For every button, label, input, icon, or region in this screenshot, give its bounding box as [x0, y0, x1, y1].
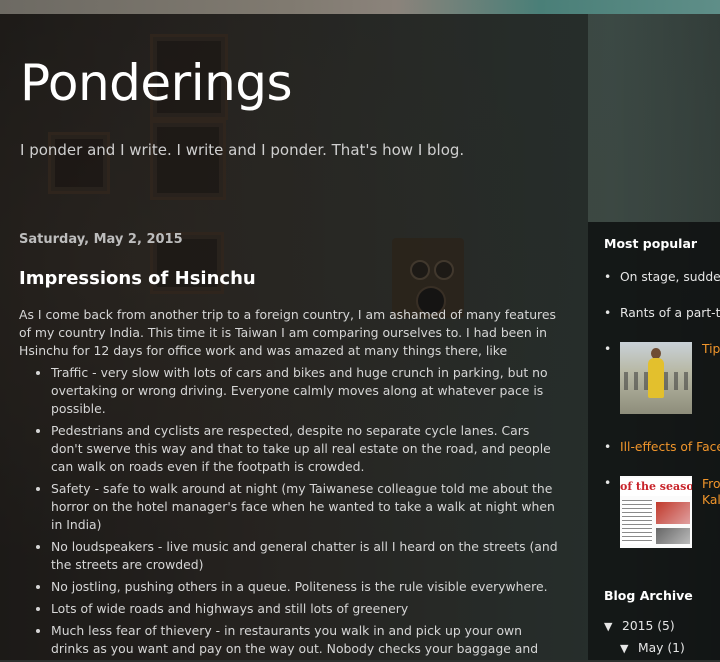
popular-post-label: On stage, sudden	[620, 270, 720, 284]
bullet-icon: •	[604, 440, 612, 454]
post-title[interactable]: Impressions of Hsinchu	[19, 268, 256, 289]
runner-image-detail	[648, 358, 664, 398]
popular-post-label: Fro	[702, 477, 720, 491]
archive-year-label[interactable]: 2015	[622, 619, 653, 633]
list-item: Traffic - very slow with lots of cars an…	[51, 364, 559, 418]
archive-year-row[interactable]: ▼ 2015 (5)	[604, 619, 675, 633]
blog-archive-title: Blog Archive	[604, 588, 693, 603]
post-intro: As I come back from another trip to a fo…	[19, 307, 556, 358]
bullet-icon: •	[604, 476, 612, 490]
triangle-down-icon[interactable]: ▼	[620, 642, 638, 655]
post-date: Saturday, May 2, 2015	[19, 232, 183, 247]
popular-post-link[interactable]: • Ill-effects of Face	[604, 440, 720, 454]
blog-description: I ponder and I write. I write and I pond…	[20, 141, 465, 159]
popular-post-thumbnail[interactable]: of the season	[620, 476, 692, 548]
bullet-icon: •	[604, 306, 612, 320]
popular-post-link[interactable]: • Rants of a part-ti	[604, 306, 720, 320]
popular-post-label: Rants of a part-ti	[620, 306, 720, 320]
popular-post-link[interactable]: •	[604, 342, 620, 356]
popular-post-link[interactable]: • On stage, sudden	[604, 270, 720, 284]
bullet-icon: •	[604, 270, 612, 284]
popular-post-title-link[interactable]: Tip	[702, 342, 720, 356]
background-top-strip	[0, 0, 720, 14]
post-body: As I come back from another trip to a fo…	[19, 306, 559, 662]
list-item: Lots of wide roads and highways and stil…	[51, 600, 559, 618]
list-item: Safety - safe to walk around at night (m…	[51, 480, 559, 534]
blog-title[interactable]: Ponderings	[20, 58, 293, 108]
archive-month-row[interactable]: ▼ May (1)	[620, 641, 685, 655]
most-popular-title: Most popular	[604, 236, 698, 251]
magazine-photo	[656, 528, 690, 544]
archive-year-count: (5)	[657, 619, 675, 633]
popular-post-title-link[interactable]: Fro Kal	[702, 476, 720, 508]
magazine-header-text: of the season	[620, 478, 692, 496]
sidebar: Most popular • On stage, sudden • Rants of…	[604, 222, 720, 660]
list-item: No jostling, pushing others in a queue. …	[51, 578, 559, 596]
list-item: Much less fear of thievery - in restaura…	[51, 622, 559, 658]
magazine-text-column	[622, 500, 652, 544]
archive-month-count: (1)	[667, 641, 685, 655]
popular-post-thumbnail[interactable]	[620, 342, 692, 414]
popular-post-link[interactable]: •	[604, 476, 620, 490]
post-list: Traffic - very slow with lots of cars an…	[19, 364, 559, 658]
list-item: No loudspeakers - live music and general…	[51, 538, 559, 574]
magazine-photo	[656, 502, 690, 524]
list-item: Pedestrians and cyclists are respected, …	[51, 422, 559, 476]
triangle-down-icon[interactable]: ▼	[604, 620, 622, 633]
archive-month-label[interactable]: May	[638, 641, 663, 655]
popular-post-label: Ill-effects of Face	[620, 440, 720, 454]
bullet-icon: •	[604, 342, 612, 356]
popular-post-label-line2: Kal	[702, 493, 720, 507]
